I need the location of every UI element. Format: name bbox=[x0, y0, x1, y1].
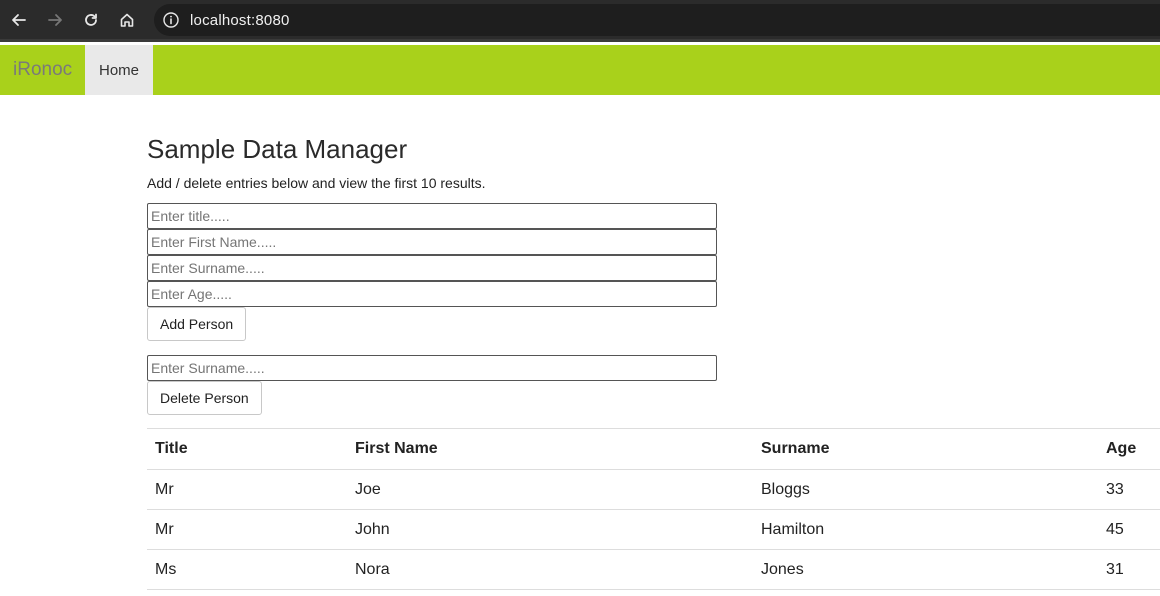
brand-logo[interactable]: iRonoc bbox=[13, 59, 72, 81]
nav-home-link[interactable]: Home bbox=[85, 45, 153, 95]
reload-icon[interactable] bbox=[79, 8, 103, 32]
cell-first-name: Nora bbox=[347, 549, 753, 590]
table-header-row: Title First Name Surname Age bbox=[147, 428, 1160, 470]
add-person-button[interactable]: Add Person bbox=[147, 307, 247, 341]
cell-first-name: Joe bbox=[347, 469, 753, 510]
cell-first-name: John bbox=[347, 509, 753, 550]
info-icon[interactable] bbox=[162, 11, 180, 29]
forward-arrow-icon[interactable] bbox=[43, 8, 67, 32]
title-input[interactable] bbox=[147, 203, 717, 229]
cell-surname: Bloggs bbox=[753, 469, 1098, 510]
header-age: Age bbox=[1098, 428, 1160, 470]
cell-title: Mr bbox=[147, 509, 347, 550]
cell-title: Ms bbox=[147, 549, 347, 590]
site-navbar: iRonoc Home bbox=[0, 45, 1160, 95]
page-title: Sample Data Manager bbox=[147, 134, 408, 164]
delete-surname-input[interactable] bbox=[147, 355, 717, 381]
cell-surname: Jones bbox=[753, 549, 1098, 590]
table-row: Mr Joe Bloggs 33 bbox=[147, 469, 1160, 510]
cell-age: 31 bbox=[1098, 549, 1160, 590]
age-input[interactable] bbox=[147, 281, 717, 307]
page-subtitle: Add / delete entries below and view the … bbox=[147, 175, 486, 191]
cell-age: 45 bbox=[1098, 509, 1160, 550]
delete-person-button[interactable]: Delete Person bbox=[147, 381, 262, 415]
address-bar[interactable]: localhost:8080 bbox=[154, 4, 1160, 36]
header-surname: Surname bbox=[753, 428, 1098, 470]
home-icon[interactable] bbox=[115, 8, 139, 32]
first-name-input[interactable] bbox=[147, 229, 717, 255]
back-arrow-icon[interactable] bbox=[7, 8, 31, 32]
cell-surname: Hamilton bbox=[753, 509, 1098, 550]
table-row: Ms Nora Jones 31 bbox=[147, 549, 1160, 590]
surname-input[interactable] bbox=[147, 255, 717, 281]
cell-title: Mr bbox=[147, 469, 347, 510]
people-table: Title First Name Surname Age Mr Joe Blog… bbox=[147, 428, 1160, 590]
table-row: Mr John Hamilton 45 bbox=[147, 509, 1160, 550]
cell-age: 33 bbox=[1098, 469, 1160, 510]
url-text: localhost:8080 bbox=[190, 12, 290, 29]
header-first-name: First Name bbox=[347, 428, 753, 470]
browser-toolbar: localhost:8080 bbox=[0, 0, 1160, 42]
header-title: Title bbox=[147, 428, 347, 470]
